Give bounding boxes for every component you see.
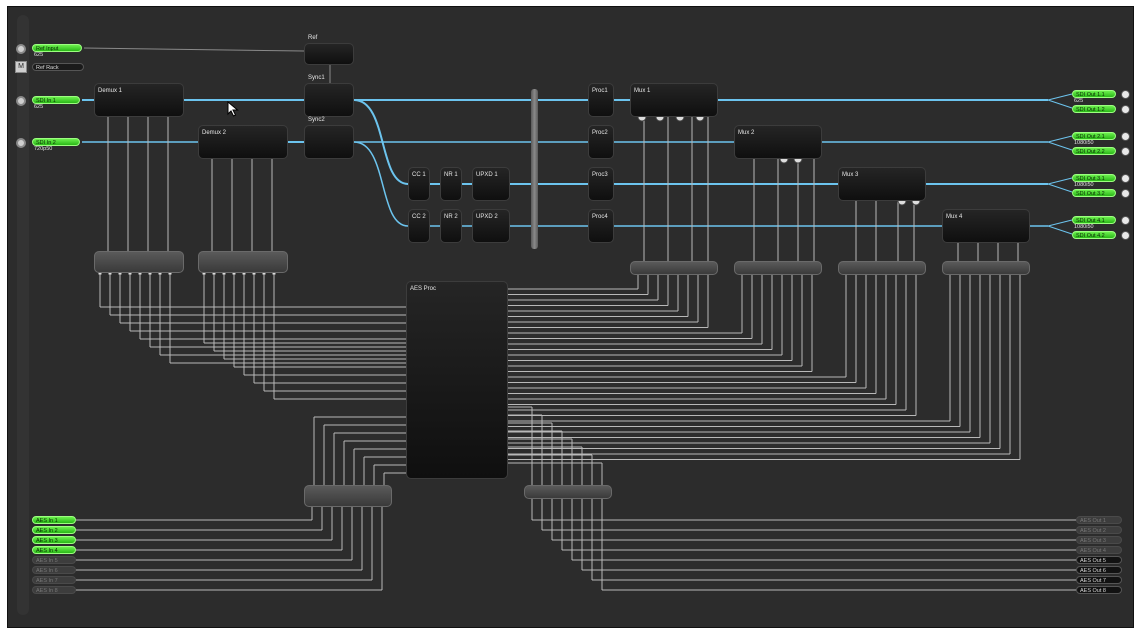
proc1-node-label: Proc1 (592, 88, 608, 94)
demux1-audio-splitter[interactable] (94, 251, 184, 273)
aes-out-8-pill[interactable]: AES Out 8 (1076, 586, 1122, 594)
sdi-out-3-1-connector-icon[interactable] (1121, 174, 1130, 183)
nr2-node[interactable]: NR 2 (440, 209, 462, 243)
sdi-out-4-1-connector-icon[interactable] (1121, 216, 1130, 225)
sdi-out-4-1-pill[interactable]: SDI Out 4.1 (1072, 216, 1116, 224)
aes-proc-node[interactable]: AES Proc (406, 281, 508, 479)
sdi-out-4-2-connector-icon[interactable] (1121, 231, 1130, 240)
mux4-node-label: Mux 4 (946, 214, 963, 220)
sdi-out-1-1-connector-icon[interactable] (1121, 90, 1130, 99)
demux1-node[interactable]: Demux 1 (94, 83, 184, 117)
sdi-out-2-1-connector-icon[interactable] (1121, 132, 1130, 141)
proc4-node[interactable]: Proc4 (588, 209, 614, 243)
sdi-out-1-2-pill[interactable]: SDI Out 1.2 (1072, 105, 1116, 113)
cc1-node[interactable]: CC 1 (408, 167, 430, 201)
mux4-node[interactable]: Mux 4 (942, 209, 1030, 243)
nr1-node-label: NR 1 (444, 172, 458, 178)
ref-input-gear-icon[interactable] (16, 44, 26, 54)
sdi-out-2-1-pill[interactable]: SDI Out 2.1 (1072, 132, 1116, 140)
aes-in-8-pill[interactable]: AES In 8 (32, 586, 76, 594)
upxd2-node[interactable]: UPXD 2 (472, 209, 510, 243)
proc2-node-label: Proc2 (592, 130, 608, 136)
proc3-node[interactable]: Proc3 (588, 167, 614, 201)
sdi-in-2-pill[interactable]: SDI In 2 (32, 138, 80, 146)
aes-out-5-pill[interactable]: AES Out 5 (1076, 556, 1122, 564)
sync2-node-label: Sync2 (308, 117, 325, 123)
mouse-pointer-icon (227, 101, 239, 117)
sdi-out-3-1-pill[interactable]: SDI Out 3.1 (1072, 174, 1116, 182)
sdi-out-2-2-connector-icon[interactable] (1121, 147, 1130, 156)
aes-input-combiner[interactable] (304, 485, 392, 507)
mux4-audio-combiner[interactable] (942, 261, 1030, 275)
mux3-audio-combiner[interactable] (838, 261, 926, 275)
aes-in-7-pill[interactable]: AES In 7 (32, 576, 76, 584)
aes-out-7-pill[interactable]: AES Out 7 (1076, 576, 1122, 584)
cc2-node-label: CC 2 (412, 214, 426, 220)
proc3-node-label: Proc3 (592, 172, 608, 178)
sdi-out-3-format: 1080i50 (1074, 182, 1094, 188)
nr1-node[interactable]: NR 1 (440, 167, 462, 201)
proc4-node-label: Proc4 (592, 214, 608, 220)
ref-rack-pill[interactable]: Ref Rack (32, 63, 84, 71)
upxd2-node-label: UPXD 2 (476, 214, 498, 220)
mux1-node[interactable]: Mux 1 (630, 83, 718, 117)
mux2-node[interactable]: Mux 2 (734, 125, 822, 159)
sync1-node-label: Sync1 (308, 75, 325, 81)
aes-in-4-pill[interactable]: AES In 4 (32, 546, 76, 554)
mux3-node-label: Mux 3 (842, 172, 859, 178)
ref-node-label: Ref (308, 35, 318, 41)
sdi-out-1-1-pill[interactable]: SDI Out 1.1 (1072, 90, 1116, 98)
ref-node[interactable]: Ref (304, 35, 354, 65)
sdi-out-3-2-connector-icon[interactable] (1121, 189, 1130, 198)
mux3-node[interactable]: Mux 3 (838, 167, 926, 201)
proc2-node[interactable]: Proc2 (588, 125, 614, 159)
aes-out-2-pill[interactable]: AES Out 2 (1076, 526, 1122, 534)
aes-in-6-pill[interactable]: AES In 6 (32, 566, 76, 574)
sync2-node[interactable]: Sync2 (304, 117, 354, 159)
sdi-out-4-2-pill[interactable]: SDI Out 4.2 (1072, 231, 1116, 239)
cc1-node-label: CC 1 (412, 172, 426, 178)
aes-output-splitter[interactable] (524, 485, 612, 499)
sdi-in-1-pill[interactable]: SDI In 1 (32, 96, 80, 104)
ref-input-pill[interactable]: Ref Input (32, 44, 82, 52)
sdi-out-1-format: 625 (1074, 98, 1084, 104)
aes-out-3-pill[interactable]: AES Out 3 (1076, 536, 1122, 544)
aes-out-6-pill[interactable]: AES Out 6 (1076, 566, 1122, 574)
sdi-in-1-gear-icon[interactable] (16, 96, 26, 106)
demux2-node[interactable]: Demux 2 (198, 125, 288, 159)
router-bus[interactable] (531, 89, 538, 249)
proc1-node[interactable]: Proc1 (588, 83, 614, 117)
upxd1-node[interactable]: UPXD 1 (472, 167, 510, 201)
sdi-out-3-2-pill[interactable]: SDI Out 3.2 (1072, 189, 1116, 197)
sdi-in-1-format: 625 (34, 104, 44, 110)
sdi-out-2-2-pill[interactable]: SDI Out 2.2 (1072, 147, 1116, 155)
sdi-out-2-format: 1080i50 (1074, 140, 1094, 146)
sdi-in-2-format: 720p50 (34, 146, 53, 152)
mux1-node-label: Mux 1 (634, 88, 651, 94)
aes-proc-node-label: AES Proc (410, 286, 437, 292)
aes-in-1-pill[interactable]: AES In 1 (32, 516, 76, 524)
mux2-audio-combiner[interactable] (734, 261, 822, 275)
sdi-out-1-2-connector-icon[interactable] (1121, 105, 1130, 114)
sdi-out-4-format: 1080i50 (1074, 224, 1094, 230)
aes-in-3-pill[interactable]: AES In 3 (32, 536, 76, 544)
nr2-node-label: NR 2 (444, 214, 458, 220)
demux1-node-label: Demux 1 (98, 88, 123, 94)
cc2-node[interactable]: CC 2 (408, 209, 430, 243)
aes-in-5-pill[interactable]: AES In 5 (32, 556, 76, 564)
demux2-audio-splitter[interactable] (198, 251, 288, 273)
demux2-node-label: Demux 2 (202, 130, 227, 136)
mux1-audio-combiner[interactable] (630, 261, 718, 275)
sdi-in-2-gear-icon[interactable] (16, 138, 26, 148)
ref-input-format: 625 (34, 52, 44, 58)
upxd1-node-label: UPXD 1 (476, 172, 498, 178)
aes-out-1-pill[interactable]: AES Out 1 (1076, 516, 1122, 524)
routing-canvas[interactable]: Ref Input 625 M Ref Rack SDI In 1 625 SD… (7, 6, 1134, 628)
mux2-node-label: Mux 2 (738, 130, 755, 136)
aes-out-4-pill[interactable]: AES Out 4 (1076, 546, 1122, 554)
sync1-node[interactable]: Sync1 (304, 75, 354, 117)
aes-in-2-pill[interactable]: AES In 2 (32, 526, 76, 534)
ref-rack-icon[interactable]: M (15, 61, 27, 73)
